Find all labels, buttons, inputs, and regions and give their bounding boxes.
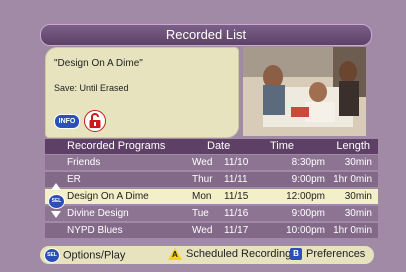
program-day: Wed xyxy=(192,157,213,168)
program-length: 30min xyxy=(344,208,372,219)
program-time: 10:00pm xyxy=(286,225,325,236)
sel-key-icon: SEL xyxy=(44,248,60,263)
b-key-icon: B xyxy=(290,248,302,261)
column-header-time: Time xyxy=(270,140,295,152)
column-header-programs: Recorded Programs xyxy=(67,140,166,152)
program-name: ER xyxy=(67,174,81,185)
program-time: 8:30pm xyxy=(291,157,325,168)
program-date: 11/16 xyxy=(224,208,249,219)
program-length: 1hr 0min xyxy=(333,174,372,185)
column-header-date: Date xyxy=(207,140,231,152)
lock-icon xyxy=(89,113,101,128)
program-day: Mon xyxy=(192,191,212,202)
table-row[interactable]: ER Thur 11/11 9:00pm 1hr 0min xyxy=(45,172,378,187)
screen-title: Recorded List xyxy=(40,24,372,46)
program-day: Wed xyxy=(192,225,213,236)
program-day: Tue xyxy=(192,208,209,219)
scheduled-recordings-button[interactable]: A Scheduled Recordings xyxy=(168,248,297,261)
program-length: 30min xyxy=(344,157,372,168)
save-status: Save: Until Erased xyxy=(54,83,129,93)
program-date: 11/17 xyxy=(224,225,249,236)
table-row[interactable]: NYPD Blues Wed 11/17 10:00pm 1hr 0min xyxy=(45,223,378,238)
table-row[interactable]: Friends Wed 11/10 8:30pm 30min xyxy=(45,155,378,170)
program-name: Friends xyxy=(67,157,101,168)
program-name: NYPD Blues xyxy=(67,225,123,236)
footer-bar: SEL Options/Play A Scheduled Recordings BP… xyxy=(40,246,374,264)
program-time: 9:00pm xyxy=(291,208,325,219)
program-length: 30min xyxy=(344,191,372,202)
program-length: 1hr 0min xyxy=(333,225,372,236)
preferences-button[interactable]: B Preferences xyxy=(290,248,366,261)
table-row[interactable]: Divine Design Tue 11/16 9:00pm 30min xyxy=(45,206,378,221)
lock-button[interactable] xyxy=(84,110,106,132)
program-date: 11/15 xyxy=(224,191,249,202)
column-header-length: Length xyxy=(336,140,370,152)
options-play-button[interactable]: SEL Options/Play xyxy=(44,248,125,263)
preferences-label: Preferences xyxy=(306,248,366,260)
table-header: Recorded Programs Date Time Length xyxy=(45,139,378,154)
program-title: "Design On A Dime" xyxy=(54,58,143,69)
select-button[interactable]: SEL xyxy=(48,194,65,209)
program-date: 11/11 xyxy=(224,174,248,185)
program-time: 9:00pm xyxy=(291,174,325,185)
program-date: 11/10 xyxy=(224,157,249,168)
program-preview-image xyxy=(243,47,366,136)
scheduled-recordings-label: Scheduled Recordings xyxy=(186,248,297,260)
program-day: Thur xyxy=(192,174,213,185)
info-button[interactable]: INFO xyxy=(54,114,80,129)
scroll-down-arrow-icon[interactable] xyxy=(51,211,61,218)
program-name: Design On A Dime xyxy=(67,191,149,202)
program-info-panel: "Design On A Dime" Save: Until Erased IN… xyxy=(45,47,239,138)
options-play-label: Options/Play xyxy=(63,249,126,262)
a-key-label: A xyxy=(172,250,178,260)
a-key-icon: A xyxy=(168,248,182,261)
recorded-list-screen: Recorded List "Design On A Dime" Save: U… xyxy=(0,0,406,272)
program-preview-picture xyxy=(243,47,366,136)
scroll-up-arrow-icon[interactable] xyxy=(51,183,61,190)
recorded-programs-table: Recorded Programs Date Time Length Frien… xyxy=(45,139,378,242)
program-time: 12:00pm xyxy=(286,191,325,202)
table-row-selected[interactable]: Design On A Dime Mon 11/15 12:00pm 30min xyxy=(45,189,378,204)
program-name: Divine Design xyxy=(67,208,129,219)
